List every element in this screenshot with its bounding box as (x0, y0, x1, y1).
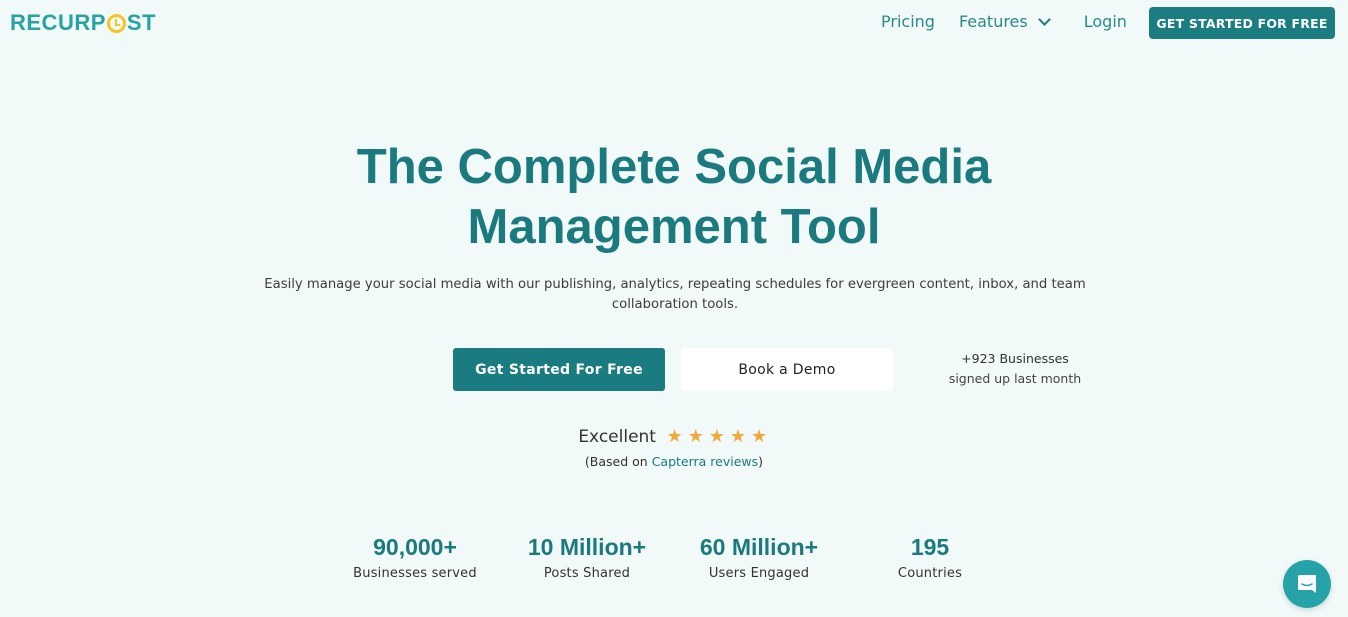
nav-features[interactable]: Features (958, 11, 1051, 33)
rating: Excellent ★ ★ ★ ★ ★ (0, 426, 1348, 447)
chat-icon (1298, 575, 1316, 593)
stat-value: 195 (910, 534, 950, 560)
rating-label: Excellent (578, 426, 656, 447)
recurpost-logo[interactable]: RECURP ST (10, 10, 156, 36)
stat-label: Countries (897, 566, 963, 581)
navbar: RECURP ST Pricing Features Login GET STAR… (0, 0, 1348, 45)
stat-value: 60 Million+ (699, 534, 819, 560)
stat-value: 10 Million+ (527, 534, 647, 560)
logo-text-part2: ST (126, 10, 157, 35)
hero-title-line1: The Complete Social Media (356, 140, 992, 194)
hero-subtitle: Easily manage your social media with our… (250, 275, 1100, 315)
signup-period: signed up last month (948, 371, 1082, 386)
hero-subtitle-line2: collaboration tools. (611, 297, 739, 312)
star-icon: ★ (666, 426, 683, 447)
star-icon: ★ (708, 426, 725, 447)
stat-value: 90,000+ (373, 534, 457, 560)
hero-title: The Complete Social Media Management Too… (0, 137, 1348, 257)
hero-subtitle-line1: Easily manage your social media with our… (264, 277, 1086, 292)
clock-icon (106, 13, 126, 33)
main-nav: Pricing Features Login (881, 11, 1127, 33)
nav-pricing[interactable]: Pricing (881, 11, 935, 33)
nav-login[interactable]: Login (1084, 11, 1127, 33)
get-started-button[interactable]: Get Started For Free (453, 348, 665, 391)
stat-businesses: 90,000+ Businesses served (325, 533, 505, 581)
stat-label: Users Engaged (708, 566, 810, 581)
chevron-down-icon (1037, 13, 1051, 26)
rating-source-prefix: (Based on (584, 454, 652, 469)
stat-countries: 195 Countries (840, 533, 1020, 581)
nav-features-label: Features (958, 12, 1028, 31)
stat-users: 60 Million+ Users Engaged (669, 533, 849, 581)
rating-source: (Based on Capterra reviews) (0, 454, 1348, 469)
star-icon: ★ (751, 426, 768, 447)
stat-posts: 10 Million+ Posts Shared (497, 533, 677, 581)
stat-label: Posts Shared (543, 566, 631, 581)
book-demo-button[interactable]: Book a Demo (681, 348, 893, 391)
stat-label: Businesses served (353, 566, 477, 581)
get-started-nav-button[interactable]: GET STARTED FOR FREE (1149, 7, 1335, 39)
signup-count: +923 Businesses (961, 351, 1069, 366)
chat-launcher-button[interactable] (1283, 560, 1331, 608)
rating-source-suffix: ) (758, 454, 764, 469)
signup-note: +923 Businesses signed up last month (935, 349, 1095, 389)
star-icon: ★ (729, 426, 747, 447)
hero-title-line2: Management Tool (467, 200, 881, 254)
logo-text-part1: RECURP (10, 10, 106, 35)
star-icon: ★ (687, 426, 704, 447)
capterra-reviews-link[interactable]: Capterra reviews (652, 454, 758, 469)
